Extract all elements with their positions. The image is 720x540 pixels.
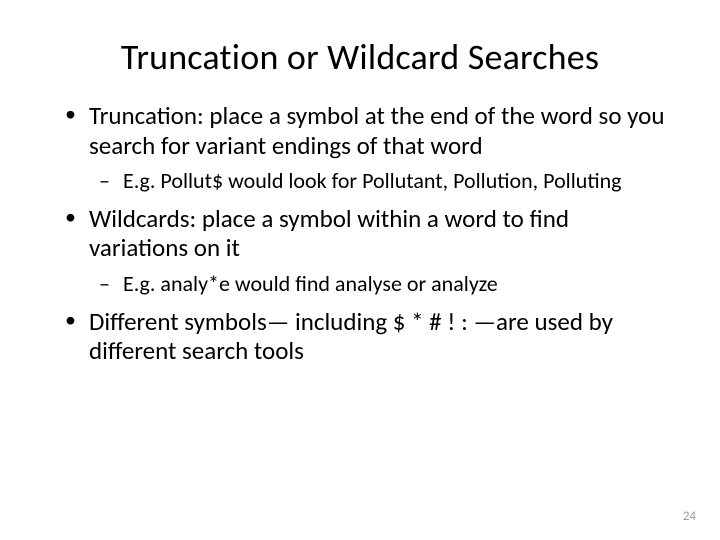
slide-title: Truncation or Wildcard Searches xyxy=(55,35,665,79)
bullet-item: Wildcards: place a symbol within a word … xyxy=(55,204,665,263)
sub-bullet-item: E.g. analy*e would find analyse or analy… xyxy=(55,271,665,297)
bullet-item: Truncation: place a symbol at the end of… xyxy=(55,101,665,160)
sub-bullet-item: E.g. Pollut$ would look for Pollutant, P… xyxy=(55,168,665,194)
bullet-list: Truncation: place a symbol at the end of… xyxy=(55,101,665,366)
page-number: 24 xyxy=(683,509,696,524)
bullet-item: Different symbols— including $ * # ! : —… xyxy=(55,307,665,366)
